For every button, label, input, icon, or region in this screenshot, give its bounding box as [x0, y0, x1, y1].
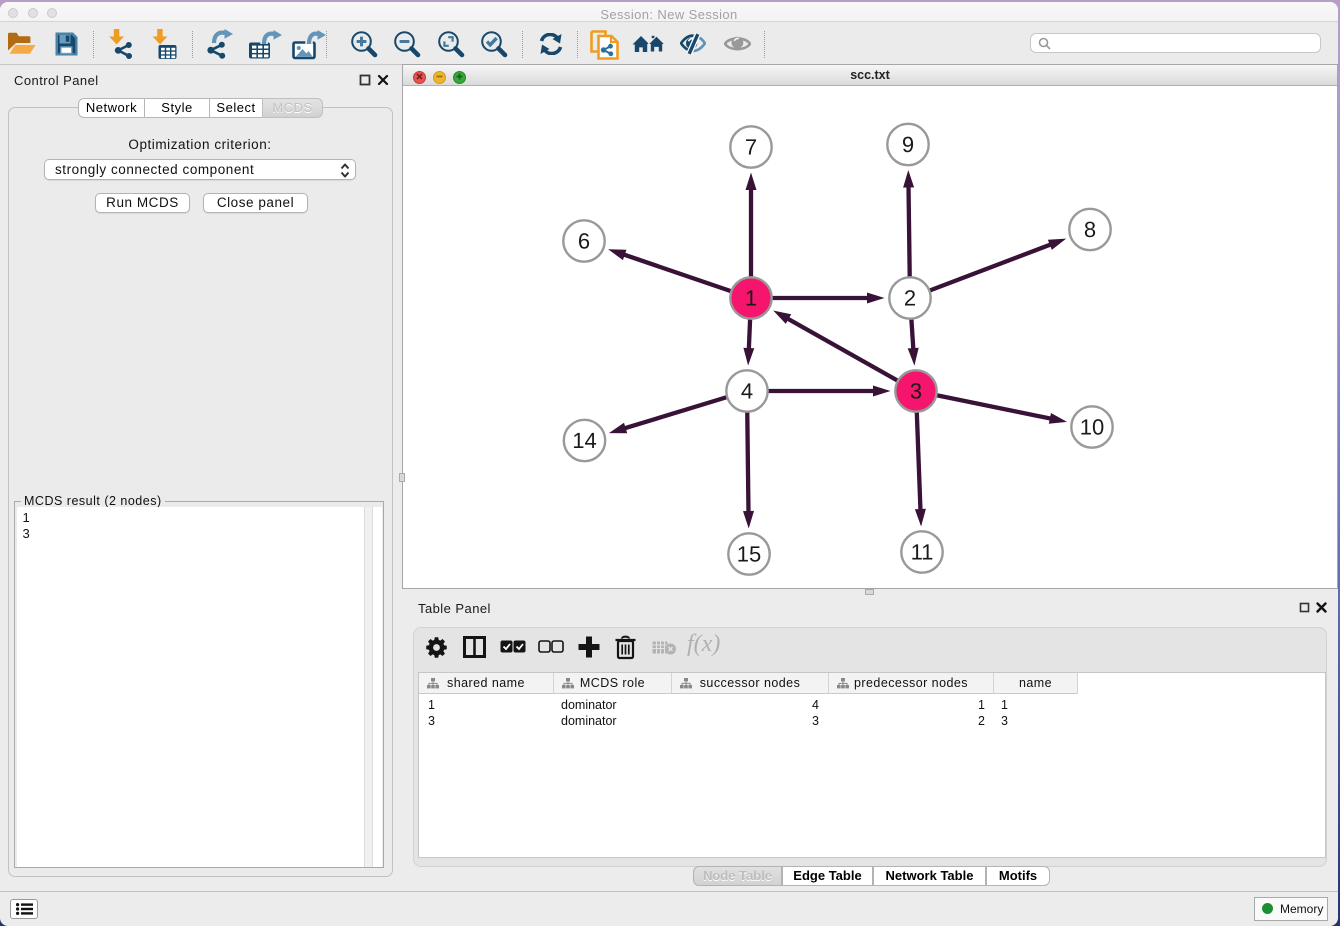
svg-text:15: 15 — [737, 542, 761, 567]
svg-text:8: 8 — [1084, 217, 1096, 242]
svg-text:2: 2 — [904, 286, 916, 311]
svg-text:9: 9 — [902, 132, 914, 157]
svg-text:1: 1 — [745, 286, 757, 311]
svg-text:14: 14 — [572, 428, 596, 453]
svg-text:4: 4 — [741, 379, 753, 404]
svg-text:11: 11 — [911, 540, 934, 565]
svg-text:6: 6 — [578, 229, 590, 254]
svg-text:3: 3 — [910, 379, 922, 404]
svg-text:10: 10 — [1080, 415, 1104, 440]
svg-text:7: 7 — [745, 135, 757, 160]
